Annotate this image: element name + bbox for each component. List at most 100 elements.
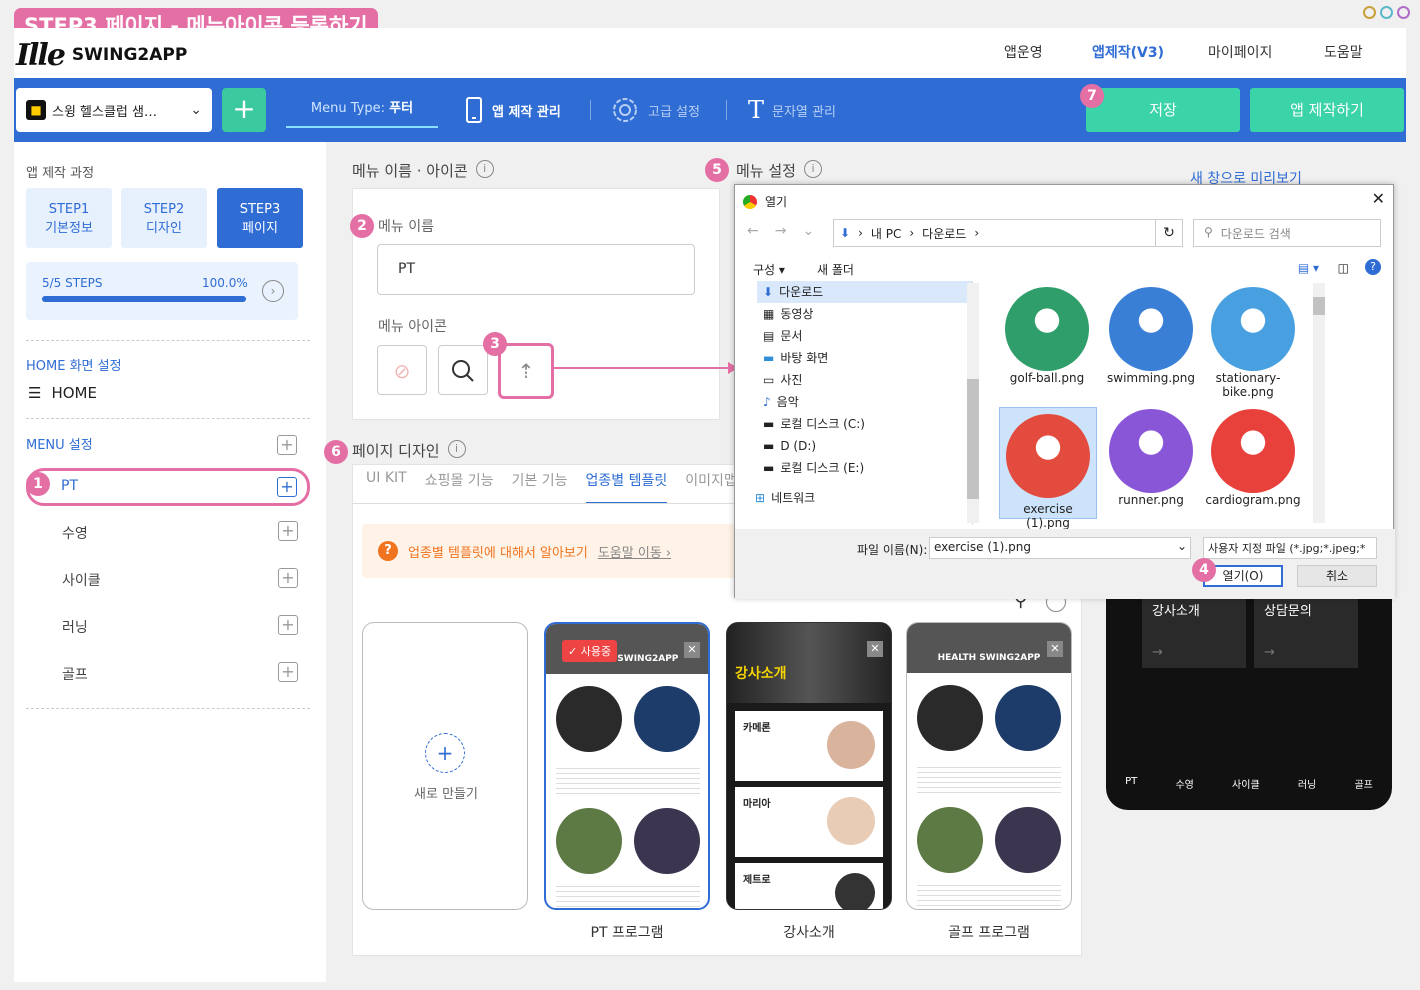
footer-item[interactable]: 러닝: [1298, 776, 1316, 791]
info-icon[interactable]: i: [447, 440, 466, 458]
search-field[interactable]: ⚲ 다운로드 검색: [1193, 219, 1381, 247]
file-item[interactable]: golf-ball.png: [997, 287, 1097, 385]
organize-menu[interactable]: 구성 ▾: [753, 261, 785, 278]
step1-button[interactable]: STEP1 기본정보: [26, 188, 112, 248]
save-button[interactable]: 저장: [1086, 88, 1240, 132]
tab-shopping[interactable]: 쇼핑몰 기능: [425, 470, 494, 504]
menu-item-cycle[interactable]: 사이클 +: [26, 561, 310, 597]
nav-mypage[interactable]: 마이페이지: [1208, 42, 1272, 62]
tab-ui-kit[interactable]: UI KIT: [366, 470, 407, 504]
tree-item-videos[interactable]: ▦ 동영상: [763, 303, 972, 325]
refresh-button[interactable]: ↻: [1155, 219, 1183, 247]
add-menu-icon[interactable]: +: [277, 435, 297, 455]
nav-app-build[interactable]: 앱제작(V3): [1092, 42, 1164, 62]
help-move-link[interactable]: 도움말 이동 ›: [598, 542, 671, 561]
menu-type-selector[interactable]: Menu Type: 푸터: [286, 90, 438, 128]
home-item[interactable]: ☰ HOME: [28, 384, 97, 402]
tree-scrollbar[interactable]: [967, 283, 979, 523]
tree-item-drive-e[interactable]: ▬ 로컬 디스크 (E:): [763, 457, 972, 479]
tree-item-pictures[interactable]: ▭ 사진: [763, 369, 972, 391]
progress-box: 5/5 STEPS 100.0% ›: [26, 262, 298, 320]
info-icon[interactable]: i: [803, 160, 822, 178]
step3-button[interactable]: STEP3 페이지: [217, 188, 303, 248]
step2-button[interactable]: STEP2 디자인: [121, 188, 207, 248]
upload-icon-button[interactable]: ⇡: [498, 343, 554, 399]
advanced-settings[interactable]: 고급 설정: [610, 88, 700, 132]
tree-item-music[interactable]: ♪ 음악: [763, 391, 972, 413]
forward-icon[interactable]: →: [775, 223, 787, 239]
back-icon[interactable]: ←: [747, 223, 759, 239]
add-submenu-icon[interactable]: +: [278, 662, 298, 682]
path-bar[interactable]: ⬇ › 내 PC › 다운로드 ›: [833, 219, 1183, 247]
add-submenu-icon[interactable]: +: [277, 477, 297, 497]
info-icon[interactable]: i: [475, 160, 494, 178]
tab-basic[interactable]: 기본 기능: [512, 470, 568, 504]
preview-pane-icon[interactable]: ◫: [1338, 261, 1349, 275]
nav-help[interactable]: 도움말: [1324, 42, 1363, 62]
close-icon[interactable]: ✕: [1372, 189, 1385, 208]
no-icon-button[interactable]: ⊘: [377, 345, 427, 395]
close-icon[interactable]: ✕: [867, 641, 883, 657]
new-folder-button[interactable]: 새 폴더: [817, 261, 854, 278]
help-icon[interactable]: ?: [1365, 259, 1381, 275]
app-selector[interactable]: ■ 스윙 헬스클럽 샘… ⌄: [16, 88, 212, 132]
template-card-pt[interactable]: HEALTH SWING2APP ✓ 사용중 ✕: [544, 622, 710, 910]
phone-tile[interactable]: 강사소개 →: [1142, 592, 1246, 668]
add-app-button[interactable]: +: [222, 88, 266, 132]
filename-input[interactable]: exercise (1).png: [929, 537, 1191, 559]
add-submenu-icon[interactable]: +: [278, 521, 298, 541]
footer-item[interactable]: 사이클: [1232, 776, 1260, 791]
build-app-button[interactable]: 앱 제작하기: [1250, 88, 1404, 132]
chevron-down-icon[interactable]: ⌄: [802, 223, 814, 239]
menu-item-golf[interactable]: 골프 +: [26, 655, 310, 691]
string-manage[interactable]: T 문자열 관리: [748, 88, 836, 132]
tree-item-downloads[interactable]: ⬇ 다운로드: [757, 281, 972, 303]
footer-item[interactable]: PT: [1125, 776, 1137, 791]
footer-item[interactable]: 골프: [1354, 776, 1372, 791]
tree-item-drive-c[interactable]: ▬ 로컬 디스크 (C:): [763, 413, 972, 435]
file-item[interactable]: cardiogram.png: [1203, 409, 1303, 507]
logo-name: SWING2APP: [71, 45, 188, 65]
path-segment[interactable]: 내 PC: [871, 225, 901, 242]
file-type-select[interactable]: 사용자 지정 파일 (*.jpg;*.jpeg;*: [1203, 537, 1377, 559]
menu-name-label: 메뉴 이름: [378, 219, 434, 235]
tree-item-desktop[interactable]: ▬ 바탕 화면: [763, 347, 972, 369]
phone-tile[interactable]: 상담문의 →: [1254, 592, 1358, 668]
file-item[interactable]: swimming.png: [1101, 287, 1201, 385]
close-icon[interactable]: ✕: [1047, 641, 1063, 657]
menu-item-running[interactable]: 러닝 +: [26, 608, 310, 644]
file-item[interactable]: stationary-bike.png: [1203, 287, 1295, 399]
chevron-down-icon[interactable]: ⌄: [1177, 539, 1187, 553]
view-menu-icon[interactable]: ▤ ▾: [1298, 261, 1319, 275]
file-item[interactable]: runner.png: [1101, 409, 1201, 507]
template-name-trainer: 강사소개: [783, 925, 835, 941]
close-icon[interactable]: ✕: [684, 642, 700, 658]
tree-item-network[interactable]: ⊞ 네트워크: [755, 487, 972, 509]
search-icon-button[interactable]: [438, 345, 488, 395]
menu-item-pt[interactable]: PT +: [26, 468, 310, 506]
nav-app-operation[interactable]: 앱운영: [1004, 42, 1043, 62]
add-submenu-icon[interactable]: +: [278, 615, 298, 635]
tab-industry-templates[interactable]: 업종별 템플릿: [585, 470, 668, 504]
tab-image-map[interactable]: 이미지맵: [685, 470, 737, 504]
tree-item-drive-d[interactable]: ▬ D (D:): [763, 435, 972, 457]
files-scrollbar[interactable]: [1313, 283, 1325, 523]
path-separator: ›: [858, 226, 863, 240]
new-template-card[interactable]: + 새로 만들기: [362, 622, 528, 910]
file-item-selected[interactable]: exercise (1).png: [999, 407, 1097, 530]
tree-item-documents[interactable]: ▤ 문서: [763, 325, 972, 347]
footer-item[interactable]: 수영: [1175, 776, 1193, 791]
trainer-row: 마리아: [735, 787, 883, 857]
chevron-right-icon[interactable]: ›: [262, 280, 284, 302]
add-submenu-icon[interactable]: +: [278, 568, 298, 588]
cancel-button[interactable]: 취소: [1297, 565, 1377, 587]
files-scrollbar-thumb[interactable]: [1313, 297, 1325, 315]
menu-item-swim[interactable]: 수영 +: [26, 514, 310, 550]
menu-name-input[interactable]: PT: [377, 244, 695, 295]
logo[interactable]: Ille SWING2APP: [16, 38, 188, 73]
template-card-golf[interactable]: HEALTH SWING2APP ✕: [906, 622, 1072, 910]
tree-scrollbar-thumb[interactable]: [967, 379, 979, 499]
template-card-trainer[interactable]: 강사소개 ✕ 카메론 마리아 제트로: [726, 622, 892, 910]
app-build-manage[interactable]: 앱 제작 관리: [464, 88, 561, 132]
path-segment[interactable]: 다운로드: [922, 225, 966, 242]
